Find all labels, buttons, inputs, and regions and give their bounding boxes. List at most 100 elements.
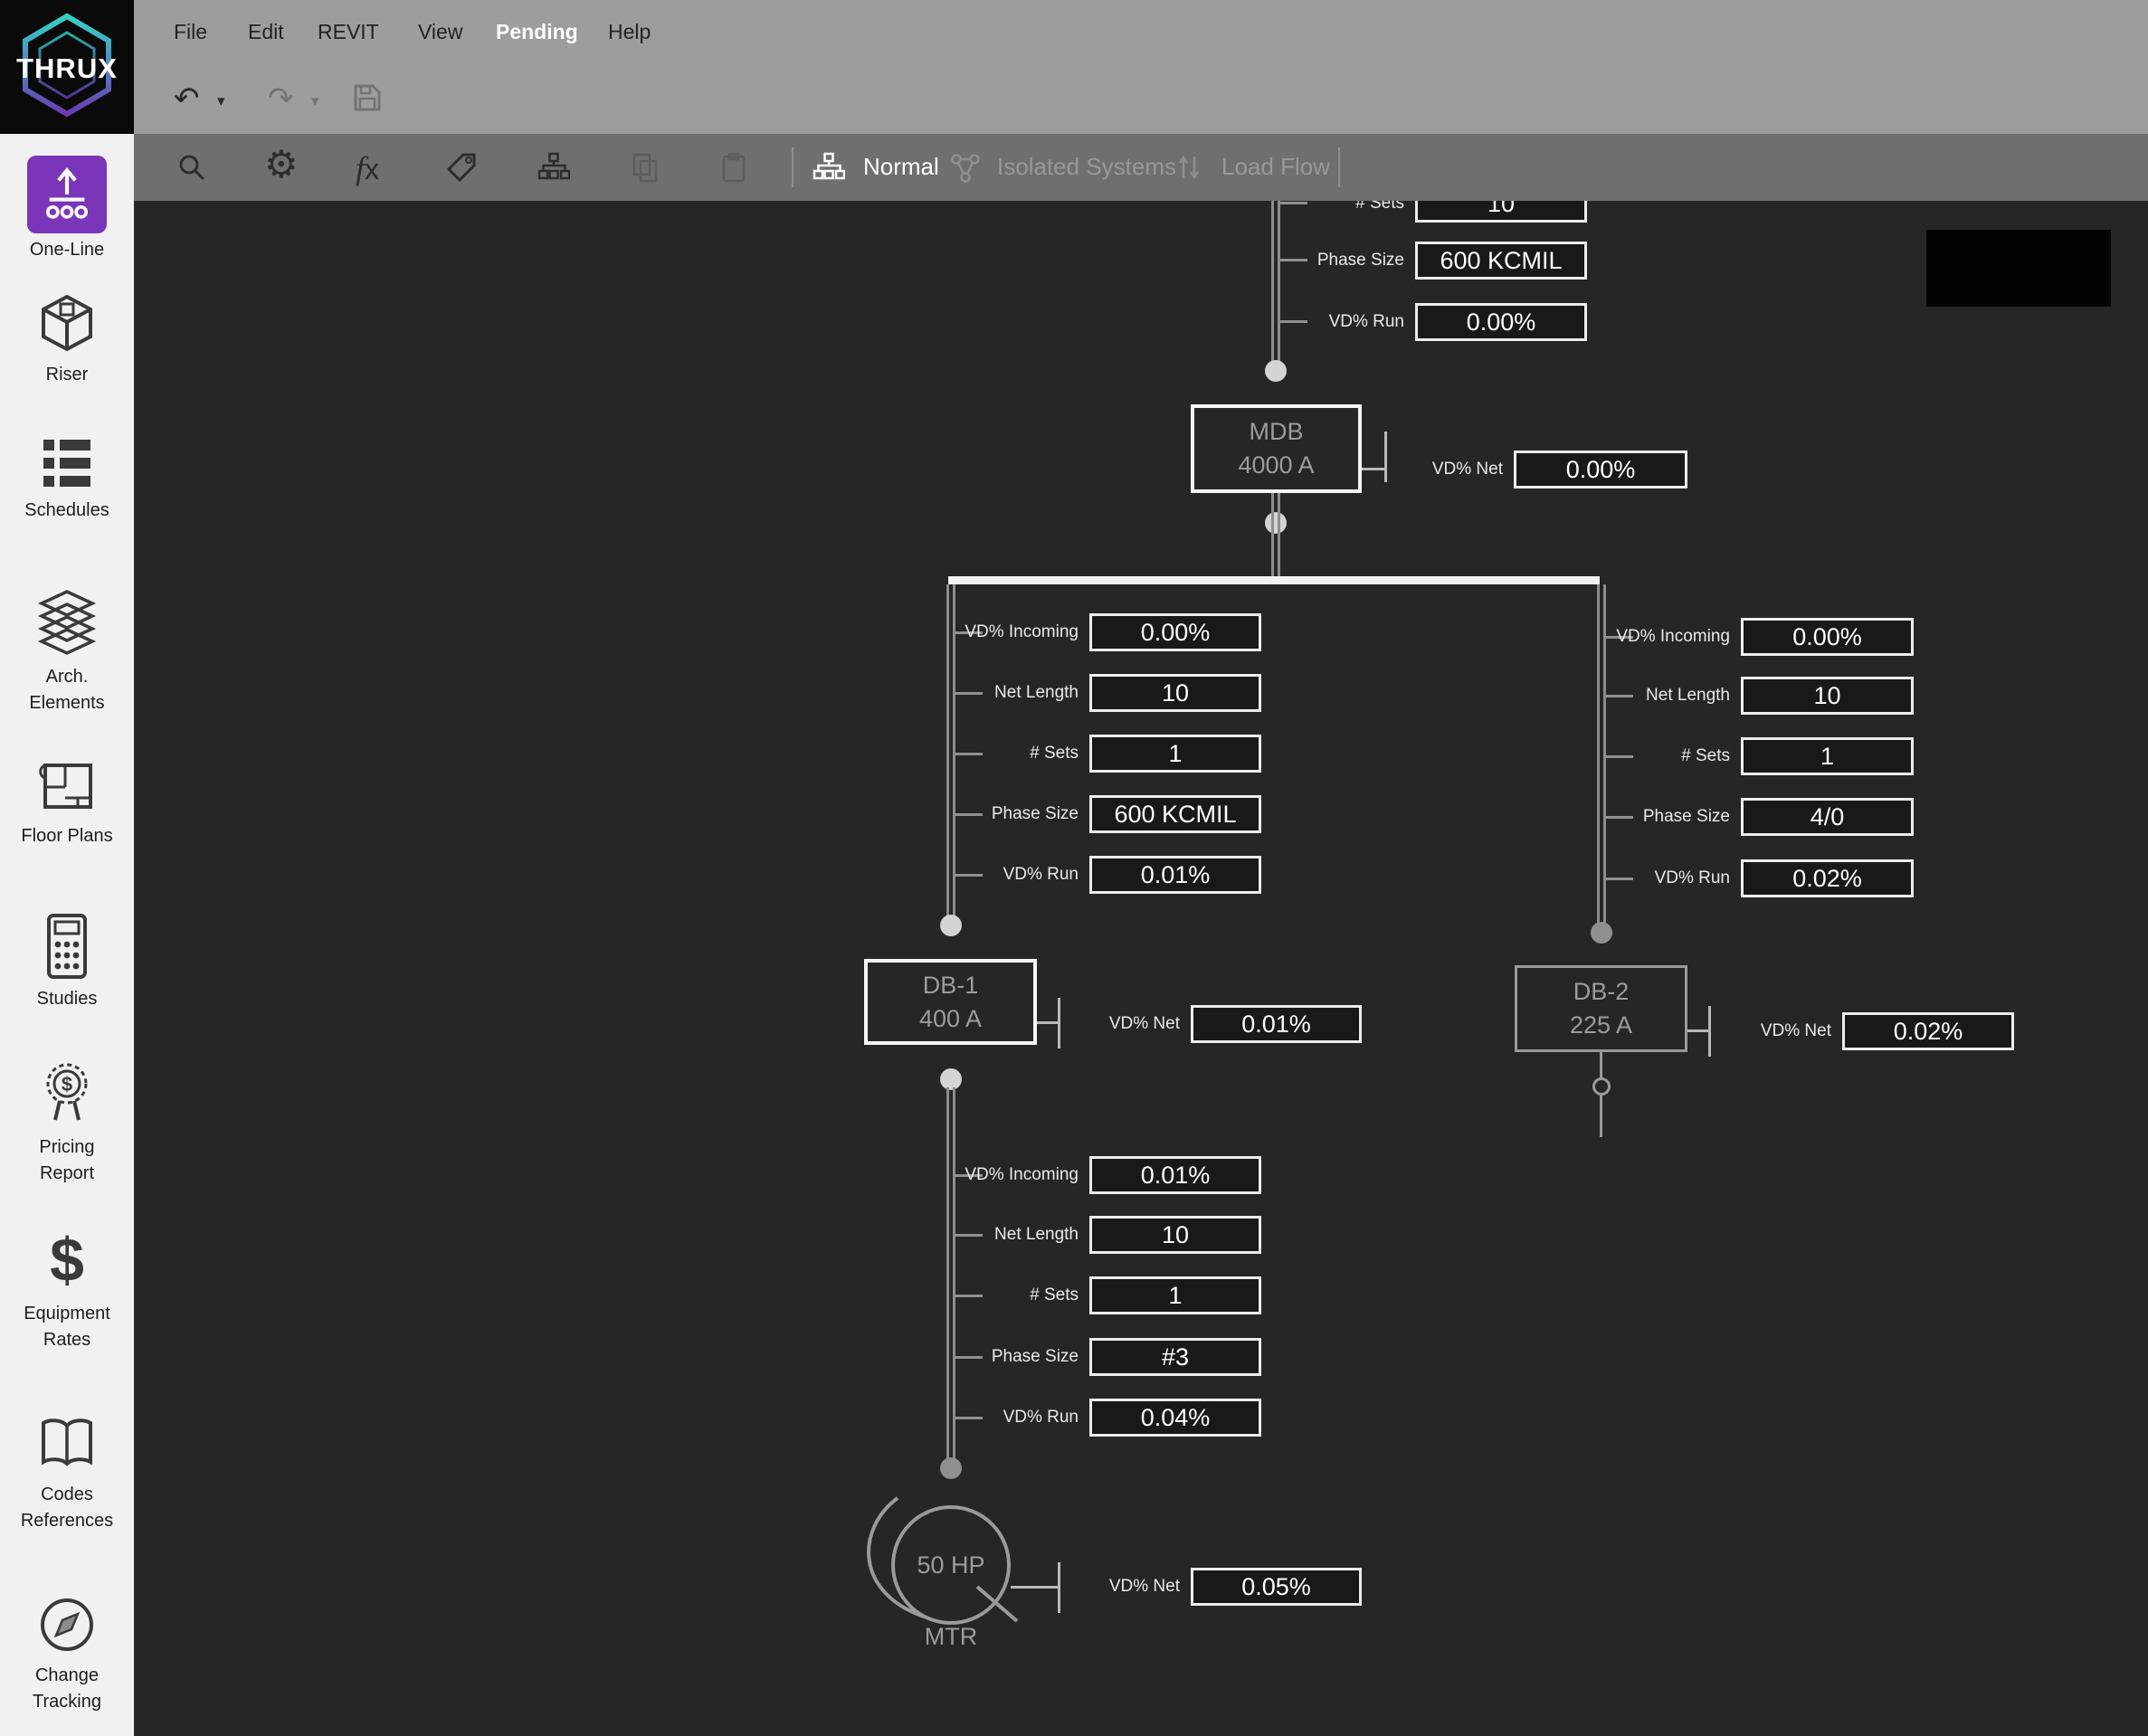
sidebar-item-arch-elements[interactable]: Arch. Elements <box>0 584 134 716</box>
sidebar-item-change-tracking[interactable]: Change Tracking <box>0 1590 134 1715</box>
undo-icon[interactable]: ↶ <box>174 83 200 114</box>
formula-fx-icon[interactable]: fx <box>356 149 379 187</box>
feeder-end-node[interactable] <box>1591 922 1612 944</box>
vd-incoming-field[interactable]: 0.01% <box>1089 1156 1261 1194</box>
sidebar-item-studies[interactable]: Studies <box>0 910 134 1012</box>
sidebar-item-one-line[interactable]: One-Line <box>0 156 134 263</box>
db2-vd-net-field[interactable]: 0.02% <box>1842 1012 2014 1050</box>
field-row: Net Length 10 <box>1475 677 1914 715</box>
phase-size-field[interactable]: #3 <box>1089 1338 1261 1376</box>
schedules-icon <box>33 432 101 494</box>
field-label: VD% Run <box>1475 868 1741 888</box>
mdb-vd-net-field[interactable]: 0.00% <box>1514 451 1687 489</box>
motor-type-label: MTR <box>860 1623 1041 1651</box>
phase-size-field[interactable]: 600 KCMIL <box>1089 795 1261 833</box>
sets-field[interactable]: 1 <box>1089 735 1261 773</box>
field-row: VD% Incoming 0.00% <box>1475 618 1914 656</box>
menu-pending[interactable]: Pending <box>496 20 578 44</box>
undo-dropdown-icon[interactable]: ▾ <box>217 92 225 110</box>
net-length-field[interactable]: 10 <box>1089 674 1261 712</box>
vd-run-field[interactable]: 0.04% <box>1089 1399 1261 1437</box>
menu-revit[interactable]: REVIT <box>318 20 379 44</box>
vd-run-field[interactable]: 0.02% <box>1741 859 1914 897</box>
redo-dropdown-icon[interactable]: ▾ <box>311 92 319 110</box>
sidebar-item-floor-plans[interactable]: Floor Plans <box>0 754 134 849</box>
sidebar-item-riser[interactable]: Riser <box>0 289 134 388</box>
sidebar-item-label: Riser <box>46 362 89 388</box>
field-row: Phase Size 4/0 <box>1475 798 1914 836</box>
field-row: VD% Net 0.00% <box>1258 451 1687 489</box>
sidebar-item-label: Equipment Rates <box>24 1301 110 1353</box>
paste-icon[interactable] <box>718 151 750 184</box>
arch-elements-icon <box>33 584 101 660</box>
vd-run-field[interactable]: 0.00% <box>1415 303 1587 341</box>
equipment-name: MDB <box>1250 418 1304 446</box>
sidebar-item-schedules[interactable]: Schedules <box>0 432 134 524</box>
app-window: THRUX File Edit REVIT View Pending Help … <box>0 0 2148 1736</box>
db2-stub-line <box>1600 1052 1602 1077</box>
save-icon[interactable] <box>351 81 384 114</box>
vd-incoming-field[interactable]: 0.00% <box>1089 613 1261 651</box>
equipment-name: DB-2 <box>1573 978 1630 1006</box>
db2-stub-ring[interactable] <box>1592 1077 1611 1096</box>
field-label: VD% Net <box>1583 1021 1842 1041</box>
field-label: VD% Run <box>823 1408 1089 1428</box>
bus-node[interactable] <box>1265 360 1287 382</box>
sidebar-item-codes-references[interactable]: Codes References <box>0 1409 134 1534</box>
net-length-field[interactable]: 10 <box>1741 677 1914 715</box>
sidebar-item-equipment-rates[interactable]: $ Equipment Rates <box>0 1225 134 1353</box>
sets-field[interactable]: 10 <box>1415 201 1587 223</box>
field-row: VD% Net 0.02% <box>1583 1012 2014 1050</box>
field-row: VD% Incoming 0.01% <box>823 1156 1261 1194</box>
normal-mode-icon[interactable] <box>813 151 845 184</box>
menu-edit[interactable]: Edit <box>248 20 284 44</box>
mdb-bus-drop-line[interactable] <box>1271 493 1280 576</box>
motor-symbol[interactable]: 50 HP <box>891 1505 1011 1625</box>
one-line-icon <box>35 163 99 226</box>
one-line-canvas[interactable]: # Sets 10 Phase Size 600 KCMIL VD% Run 0… <box>134 201 2148 1736</box>
vd-run-field[interactable]: 0.01% <box>1089 856 1261 894</box>
load-flow-icon[interactable] <box>1173 151 1205 184</box>
field-row: Net Length 10 <box>823 674 1261 712</box>
hierarchy-icon[interactable] <box>537 151 570 184</box>
phase-size-field[interactable]: 600 KCMIL <box>1415 242 1587 280</box>
menu-help[interactable]: Help <box>608 20 651 44</box>
menu-file[interactable]: File <box>174 20 207 44</box>
vd-incoming-field[interactable]: 0.00% <box>1741 618 1914 656</box>
sidebar: One-Line Riser Schedules <box>0 134 134 1736</box>
settings-gear-icon[interactable]: ⚙ <box>264 146 299 184</box>
field-label: Phase Size <box>1475 807 1741 827</box>
field-label: VD% Net <box>932 1577 1191 1597</box>
db1-vd-net-field[interactable]: 0.01% <box>1191 1005 1362 1043</box>
phase-size-field[interactable]: 4/0 <box>1741 798 1914 836</box>
sidebar-item-pricing-report[interactable]: $ Pricing Report <box>0 1055 134 1187</box>
svg-text:$: $ <box>62 1073 72 1096</box>
field-row: VD% Net 0.01% <box>932 1005 1362 1043</box>
app-logo: THRUX <box>0 0 134 134</box>
bus-bar[interactable] <box>948 576 1600 584</box>
motor-vd-net-field[interactable]: 0.05% <box>1191 1568 1362 1606</box>
isolated-systems-icon[interactable] <box>949 151 982 184</box>
sidebar-item-label: Floor Plans <box>21 823 112 849</box>
mode-normal-label[interactable]: Normal <box>863 153 939 181</box>
sidebar-item-label: Arch. Elements <box>29 664 104 716</box>
menu-view[interactable]: View <box>418 20 462 44</box>
sets-field[interactable]: 1 <box>1741 737 1914 775</box>
net-length-field[interactable]: 10 <box>1089 1216 1261 1254</box>
redo-icon[interactable]: ↷ <box>268 83 294 114</box>
one-line-active-tile <box>27 156 107 233</box>
feeder-end-node[interactable] <box>940 915 962 936</box>
sidebar-item-label: Codes References <box>21 1482 113 1534</box>
field-row: Phase Size 600 KCMIL <box>1167 242 1587 280</box>
mode-isolated-label[interactable]: Isolated Systems <box>997 153 1176 181</box>
search-icon[interactable] <box>176 151 208 184</box>
service-feeder-line[interactable] <box>1271 201 1280 369</box>
field-label: # Sets <box>823 744 1089 764</box>
sets-field[interactable]: 1 <box>1089 1276 1261 1314</box>
mode-loadflow-label[interactable]: Load Flow <box>1221 153 1330 181</box>
pricing-report-icon: $ <box>33 1055 101 1131</box>
field-label: VD% Run <box>1167 312 1415 332</box>
tag-icon[interactable] <box>445 151 478 184</box>
equipment-name: DB-1 <box>923 972 979 1000</box>
copy-icon[interactable] <box>629 151 661 184</box>
